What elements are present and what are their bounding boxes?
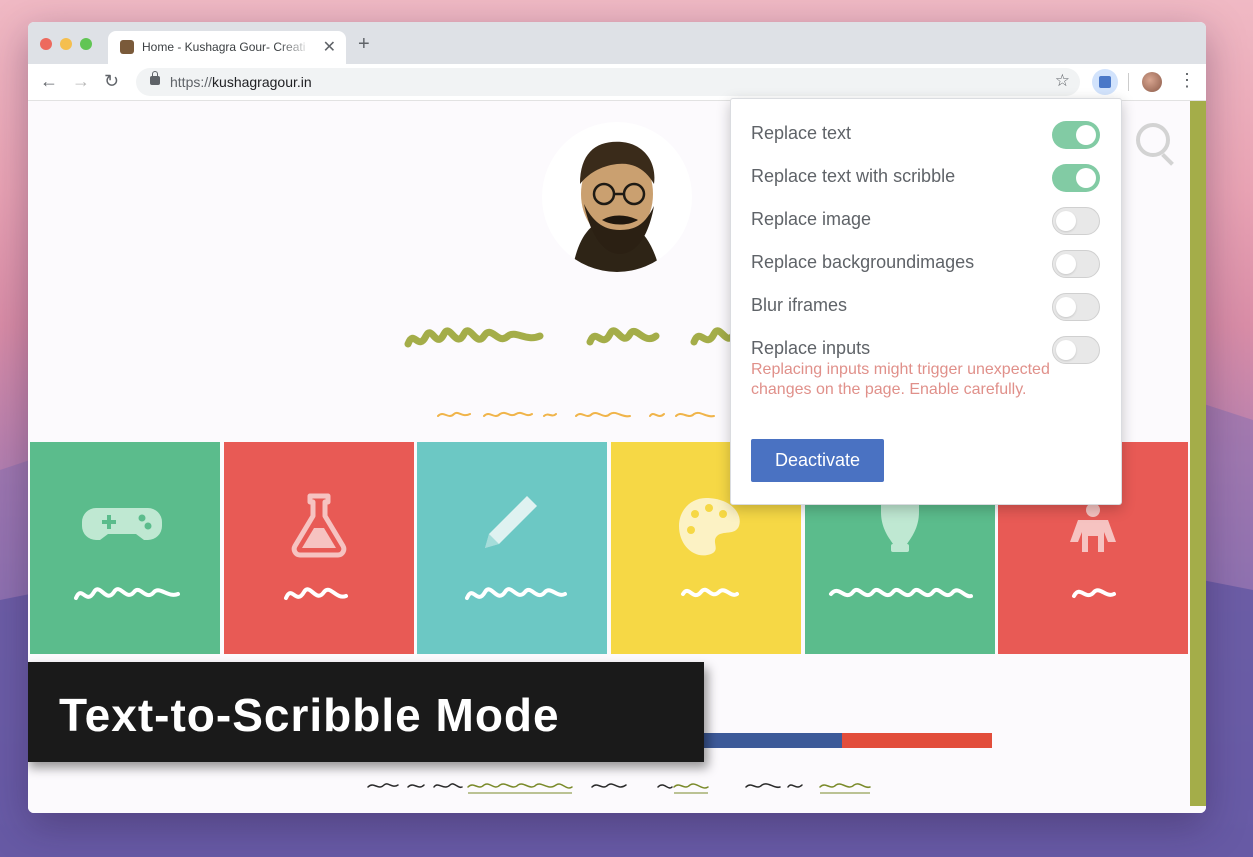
color-bar-red — [842, 733, 992, 748]
option-label-replace-inputs: Replace inputs — [751, 338, 871, 358]
pencil-icon — [465, 496, 567, 600]
close-window-button[interactable] — [40, 38, 52, 50]
option-label-replace-text: Replace text — [751, 123, 852, 143]
favicon-icon — [120, 40, 134, 54]
back-icon[interactable]: ← — [40, 72, 58, 90]
zoom-window-button[interactable] — [80, 38, 92, 50]
forward-icon[interactable]: → — [72, 72, 90, 90]
address-bar[interactable]: https://kushagragour.in ☆ — [136, 68, 1080, 96]
tile-pencil[interactable] — [417, 442, 607, 654]
option-label-replace-image: Replace image — [751, 209, 872, 229]
mode-banner: Text-to-Scribble Mode — [28, 662, 704, 762]
gamepad-icon — [74, 508, 180, 600]
tab-bar: Home - Kushagra Gour- Creati ✕ + — [28, 22, 1206, 64]
profile-avatar[interactable] — [1142, 72, 1162, 92]
close-tab-icon[interactable]: ✕ — [323, 37, 336, 57]
toggle-replace-text-scribble[interactable] — [1052, 164, 1100, 192]
subtitle-scribble — [437, 411, 715, 418]
new-tab-icon[interactable]: + — [358, 34, 370, 54]
extension-icon[interactable] — [1092, 69, 1118, 95]
browser-toolbar: ← → ↻ https://kushagragour.in ☆ ⋮ — [28, 64, 1206, 101]
toggle-replace-backgroundimages[interactable] — [1052, 250, 1100, 278]
tab-title: Home - Kushagra Gour- Creati — [142, 40, 306, 54]
option-label-replace-text-scribble: Replace text with scribble — [751, 166, 956, 186]
page-accent-bar — [1190, 101, 1206, 806]
toggle-replace-text[interactable] — [1052, 121, 1100, 149]
headline-scribble — [404, 327, 764, 348]
deactivate-button[interactable]: Deactivate — [751, 439, 884, 482]
toolbar-divider — [1128, 73, 1129, 91]
color-bar-blue — [704, 733, 842, 748]
tile-flask[interactable] — [224, 442, 414, 654]
extension-popup: Replace text Replace text with scribble … — [730, 98, 1122, 505]
tile-gamepad[interactable] — [30, 442, 220, 654]
toggle-replace-image[interactable] — [1052, 207, 1100, 235]
reload-icon[interactable]: ↻ — [104, 72, 119, 90]
author-portrait — [542, 122, 692, 272]
inputs-warning: Replacing inputs might trigger unexpecte… — [751, 361, 1050, 398]
url-text: https://kushagragour.in — [170, 74, 312, 90]
search-icon[interactable] — [1136, 123, 1170, 157]
bookmark-star-icon[interactable]: ☆ — [1055, 71, 1070, 91]
menu-kebab-icon[interactable]: ⋮ — [1178, 70, 1196, 91]
minimize-window-button[interactable] — [60, 38, 72, 50]
browser-tab[interactable]: Home - Kushagra Gour- Creati ✕ — [108, 31, 346, 64]
option-label-replace-backgroundimages: Replace backgroundimages — [751, 252, 975, 272]
toggle-blur-iframes[interactable] — [1052, 293, 1100, 321]
footer-scribble — [367, 783, 871, 794]
banner-title: Text-to-Scribble Mode — [59, 689, 560, 741]
flask-icon — [284, 493, 348, 600]
lock-icon — [150, 71, 160, 85]
option-label-blur-iframes: Blur iframes — [751, 295, 848, 315]
